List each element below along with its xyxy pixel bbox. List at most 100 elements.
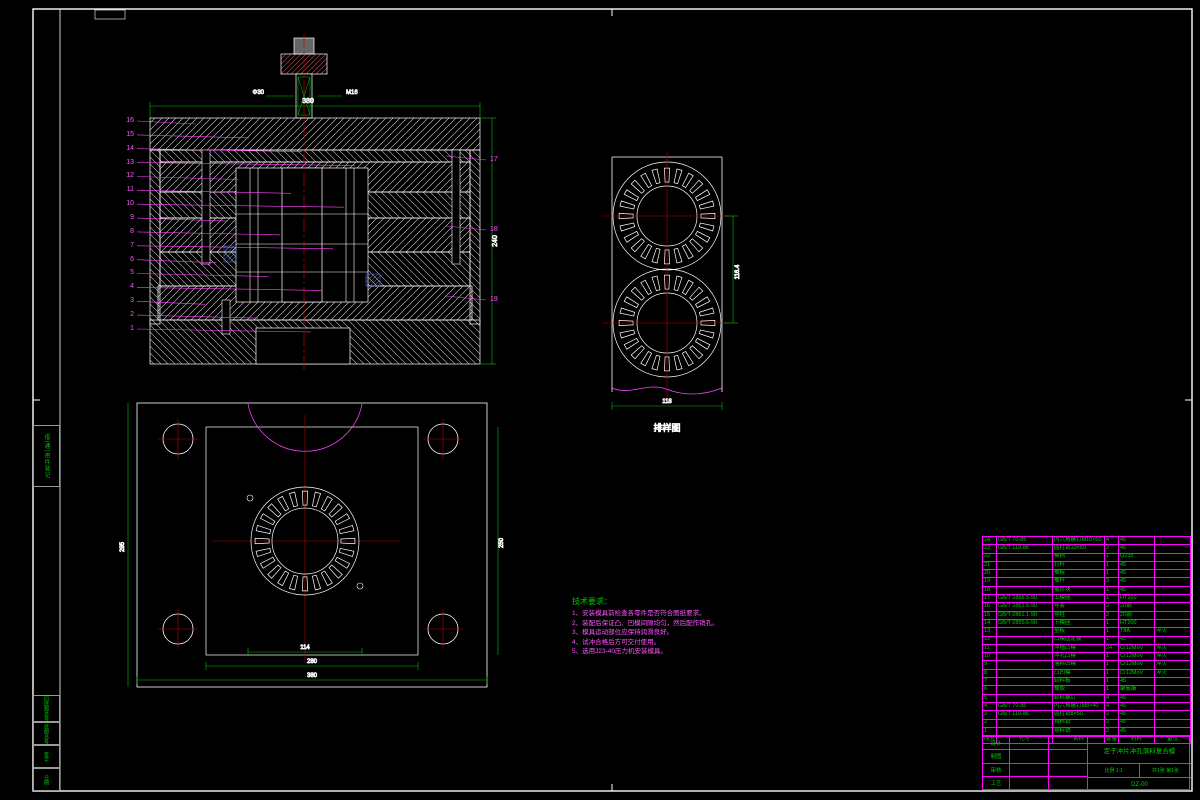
- bom-qty: 2: [1104, 602, 1119, 612]
- tech-requirements-title: 技术要求：: [572, 597, 612, 606]
- bom-code: [996, 552, 1053, 562]
- bom-row: 1 导料销 2 45: [982, 726, 1191, 737]
- bom-qty: 1: [1104, 552, 1119, 562]
- bom-name: 冲孔凸模: [1052, 652, 1105, 662]
- bom-name: 推杆: [1052, 577, 1105, 587]
- bom-qty: 4: [1104, 693, 1119, 703]
- drawing-sheet: 共1张 第1张: [1152, 768, 1179, 774]
- bom-code: [996, 652, 1053, 662]
- drawing-title: 定子冲片冲孔落料复合模: [1088, 737, 1191, 764]
- bom-code: [996, 635, 1053, 645]
- bom-material: 45: [1118, 585, 1155, 596]
- bom-name: 内六角螺钉M10×50: [1052, 535, 1105, 546]
- bom-qty: 24: [1104, 643, 1119, 654]
- bom-row: 2 挡料销 2 45: [982, 718, 1191, 728]
- strip-layout-label: 排样图: [653, 422, 680, 433]
- bom-qty: 2: [1104, 710, 1119, 720]
- bom-code: GB/T 70-85: [996, 701, 1053, 712]
- dim-label: 116.4: [735, 264, 741, 279]
- bom-seq: 1: [982, 726, 997, 737]
- bom-remark: [1154, 610, 1191, 620]
- bom-material: 45: [1118, 710, 1155, 720]
- bom-seq: 23: [982, 544, 997, 554]
- bom-qty: 1: [1104, 594, 1119, 604]
- title-block-row: 工艺: [983, 776, 1087, 789]
- bom-row: 3 GB/T 119-86 圆柱销8×50 2 45: [982, 710, 1191, 720]
- margin-block-label: 底图总号: [43, 723, 49, 744]
- tech-requirements-list: 1、安装模具前检查各零件是否符合图纸要求。 2、装配后保证凸、凹模间隙均匀，然后配…: [572, 609, 719, 657]
- tech-requirement-item: 2、装配后保证凸、凹模间隙均匀，然后配作销孔。: [572, 619, 719, 627]
- bom-seq: 11: [982, 643, 997, 654]
- bom-code: GB/T 119-86: [996, 544, 1053, 554]
- bom-name: 上模座: [1052, 594, 1105, 604]
- bom-code: GB/T 2855.6-90: [996, 618, 1053, 629]
- bom-qty: 1: [1104, 652, 1119, 662]
- bom-seq: 5: [982, 693, 997, 703]
- bom-remark: [1154, 693, 1191, 703]
- bom-name: 冲槽凸模: [1052, 643, 1105, 654]
- bom-name: 推件块: [1052, 585, 1105, 596]
- bom-name: 垫板: [1052, 627, 1105, 637]
- dim-label: 285: [120, 541, 126, 552]
- title-block: 设计 制图 审核 工艺 定子冲片冲孔落料复合模 比例 1:1 共1张 第1张 D…: [982, 736, 1191, 790]
- bom-row: 20 推板 1 45: [982, 569, 1191, 579]
- bom-name: 圆柱销8×50: [1052, 710, 1105, 720]
- bom-name: 落料凹模: [1052, 660, 1105, 670]
- bom-material: 20钢: [1118, 602, 1155, 612]
- bom-remark: [1154, 535, 1191, 546]
- bom-row: 21 打杆 1 45: [982, 560, 1191, 571]
- title-block-date-cell: [1049, 750, 1087, 762]
- bom-qty: 2: [1104, 544, 1119, 554]
- margin-block: 签字: [33, 745, 60, 768]
- bom-seq: 21: [982, 560, 997, 571]
- bom-code: [996, 718, 1053, 728]
- dim-label: 380: [302, 98, 314, 105]
- bom-row: 13 垫板 1 T8A 淬火: [982, 627, 1191, 637]
- bom-qty: 3: [1104, 577, 1119, 587]
- title-block-signature-cell: [1010, 750, 1049, 763]
- bom-material: 45: [1118, 544, 1155, 554]
- bom-code: [996, 577, 1053, 587]
- margin-block: 旧底图总号: [33, 695, 60, 722]
- bom-row: 15 GB/T 2861.1-90 导柱 2 20钢: [982, 610, 1191, 620]
- title-block-right: 定子冲片冲孔落料复合模 比例 1:1 共1张 第1张 DZ-00: [1087, 737, 1191, 789]
- bom-qty: 2: [1104, 610, 1119, 620]
- bom-material: Cr12MoV: [1118, 668, 1155, 679]
- margin-block: 日期: [33, 768, 60, 791]
- bom-row: 12 凸模固定板 1 45: [982, 635, 1191, 645]
- bom-remark: [1154, 718, 1191, 728]
- bom-row: 8 凸凹模 1 Cr12MoV 淬火: [982, 668, 1191, 679]
- bom-remark: [1154, 569, 1191, 579]
- title-block-row: 制图: [983, 750, 1087, 764]
- title-block-row: 审核: [983, 763, 1087, 777]
- bom-row: 17 GB/T 2855.5-90 上模座 1 HT200: [982, 594, 1191, 604]
- dim-label: 240: [492, 235, 499, 247]
- bom-seq: 6: [982, 685, 997, 695]
- bom-row: 7 卸料板 1 45: [982, 677, 1191, 687]
- bom-remark: [1154, 585, 1191, 596]
- bom-table: 24 GB/T 70-85 内六角螺钉M10×50 4 45 23 GB/T 1…: [982, 535, 1191, 745]
- bom-row: 18 推件块 1 45: [982, 585, 1191, 596]
- bom-seq: 12: [982, 635, 997, 645]
- bom-code: [996, 569, 1053, 579]
- bom-material: HT200: [1118, 594, 1155, 604]
- strip-layout-view: 116.4 118 排样图: [602, 152, 741, 433]
- bom-name: 推板: [1052, 569, 1105, 579]
- bom-remark: [1154, 577, 1191, 587]
- bom-material: 聚氨酯: [1118, 685, 1155, 695]
- bom-qty: 1: [1104, 627, 1119, 637]
- bom-name: 下模座: [1052, 618, 1105, 629]
- bom-remark: 淬火: [1154, 668, 1191, 679]
- bom-seq: 22: [982, 552, 997, 562]
- bom-material: 20钢: [1118, 610, 1155, 620]
- bom-name: 模柄: [1052, 552, 1105, 562]
- plan-view: 114 280 380 285 250: [120, 402, 505, 688]
- title-block-signatures: 设计 制图 审核 工艺: [983, 737, 1087, 789]
- bom-qty: 1: [1104, 635, 1119, 645]
- bom-name: 导料销: [1052, 726, 1105, 737]
- cad-canvas: 380 240 Φ30 M16 114 280 380 285 250 116.…: [0, 0, 1200, 800]
- bom-material: 45: [1118, 693, 1155, 703]
- bom-row: 16 GB/T 2861.6-90 导套 2 20钢: [982, 602, 1191, 612]
- bom-name: 导套: [1052, 602, 1105, 612]
- bom-seq: 9: [982, 660, 997, 670]
